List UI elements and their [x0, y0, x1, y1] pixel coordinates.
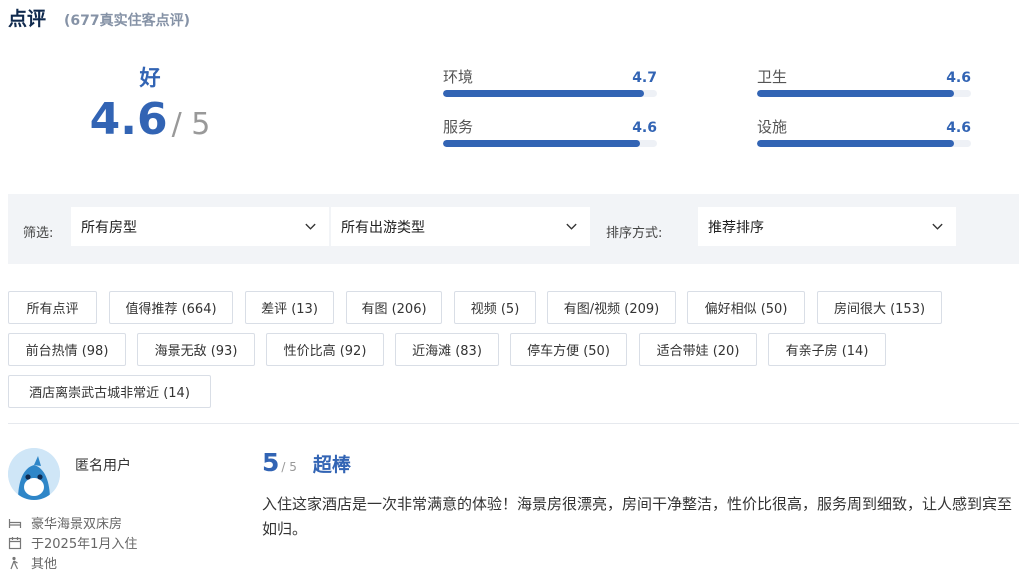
- reviews-header: 点评 (677真实住客点评): [8, 4, 190, 30]
- sort-label: 排序方式:: [606, 226, 663, 241]
- reviewer-name: 匿名用户: [75, 458, 131, 474]
- sub-score-value: 4.7: [632, 70, 657, 86]
- sort-value: 推荐排序: [708, 219, 764, 236]
- sub-score-fill: [443, 90, 645, 97]
- overall-rating: 好 4.6/ 5: [80, 62, 220, 145]
- filter-bar: 筛选: 所有房型 所有出游类型 排序方式: 推荐排序: [8, 194, 1019, 264]
- review-text: 入住这家酒店是一次非常满意的体验！海景房很漂亮，房间干净整洁，性价比很高，服务周…: [262, 495, 1013, 538]
- tag-sea-view[interactable]: 海景无敌 (93): [137, 333, 255, 366]
- reviews-title: 点评: [8, 8, 47, 30]
- sub-score-name: 服务: [443, 118, 474, 136]
- dolphin-avatar-icon: [8, 448, 60, 500]
- sub-score-hygiene: 卫生 4.6: [757, 66, 971, 97]
- trip-type-select[interactable]: 所有出游类型: [331, 207, 590, 246]
- tag-family-room[interactable]: 有亲子房 (14): [768, 333, 886, 366]
- sub-score-name: 设施: [757, 118, 788, 136]
- trip-type-value: 所有出游类型: [341, 219, 425, 236]
- tag-kid-friendly[interactable]: 适合带娃 (20): [639, 333, 757, 366]
- tag-near-beach[interactable]: 近海滩 (83): [395, 333, 499, 366]
- sub-score-bar: [757, 90, 971, 97]
- tag-negative[interactable]: 差评 (13): [245, 291, 334, 324]
- chevron-down-icon: [305, 223, 316, 230]
- sub-score-bar: [443, 90, 657, 97]
- overall-out-of: / 5: [171, 107, 211, 142]
- tag-friendly-reception[interactable]: 前台热情 (98): [8, 333, 126, 366]
- tag-easy-parking[interactable]: 停车方便 (50): [510, 333, 627, 366]
- review-score: 5 / 5 超棒: [262, 448, 351, 477]
- sub-score-value: 4.6: [946, 70, 971, 86]
- sub-score-bar: [757, 140, 971, 147]
- avatar: [8, 448, 60, 500]
- chevron-down-icon: [566, 223, 577, 230]
- sub-score-name: 环境: [443, 68, 474, 86]
- review-trip-text: 其他: [31, 557, 58, 572]
- tag-all[interactable]: 所有点评: [8, 291, 97, 324]
- chevron-down-icon: [932, 223, 943, 230]
- sub-score-name: 卫生: [757, 68, 788, 86]
- tag-value[interactable]: 性价比高 (92): [266, 333, 384, 366]
- tag-recommended[interactable]: 值得推荐 (664): [109, 291, 233, 324]
- sort-select[interactable]: 推荐排序: [698, 207, 956, 246]
- traveler-icon: [10, 556, 19, 569]
- review-score-out-of: / 5: [281, 460, 297, 474]
- sub-score-bar: [443, 140, 657, 147]
- room-type-select[interactable]: 所有房型: [71, 207, 329, 246]
- sub-score-environment: 环境 4.7: [443, 66, 657, 97]
- review-verdict: 超棒: [312, 454, 351, 476]
- tag-photo-video[interactable]: 有图/视频 (209): [547, 291, 676, 324]
- overall-score: 4.6: [89, 94, 168, 145]
- sub-score-value: 4.6: [632, 120, 657, 136]
- review-checkin: 于2025年1月入住: [8, 533, 137, 552]
- filter-label: 筛选:: [23, 226, 54, 241]
- sub-score-fill: [443, 140, 640, 147]
- room-type-value: 所有房型: [81, 219, 137, 236]
- rating-level: 好: [139, 66, 161, 90]
- tag-similar-preference[interactable]: 偏好相似 (50): [687, 291, 805, 324]
- review-score-value: 5: [262, 448, 280, 477]
- review-room-type: 豪华海景双床房: [8, 513, 122, 532]
- review-count: (677真实住客点评): [64, 13, 191, 29]
- tag-video[interactable]: 视频 (5): [454, 291, 536, 324]
- sub-score-facilities: 设施 4.6: [757, 116, 971, 147]
- divider: [8, 423, 1019, 424]
- review-trip-type: 其他: [8, 553, 57, 572]
- review-checkin-text: 于2025年1月入住: [31, 537, 138, 552]
- sub-score-fill: [757, 90, 954, 97]
- calendar-icon: [8, 536, 22, 549]
- review-room-text: 豪华海景双床房: [31, 517, 123, 532]
- tag-large-room[interactable]: 房间很大 (153): [817, 291, 942, 324]
- sub-score-fill: [757, 140, 954, 147]
- sub-score-service: 服务 4.6: [443, 116, 657, 147]
- tag-near-old-town[interactable]: 酒店离崇武古城非常近 (14): [8, 375, 211, 408]
- sub-score-value: 4.6: [946, 120, 971, 136]
- tag-with-photos[interactable]: 有图 (206): [346, 291, 442, 324]
- bed-icon: [8, 518, 22, 528]
